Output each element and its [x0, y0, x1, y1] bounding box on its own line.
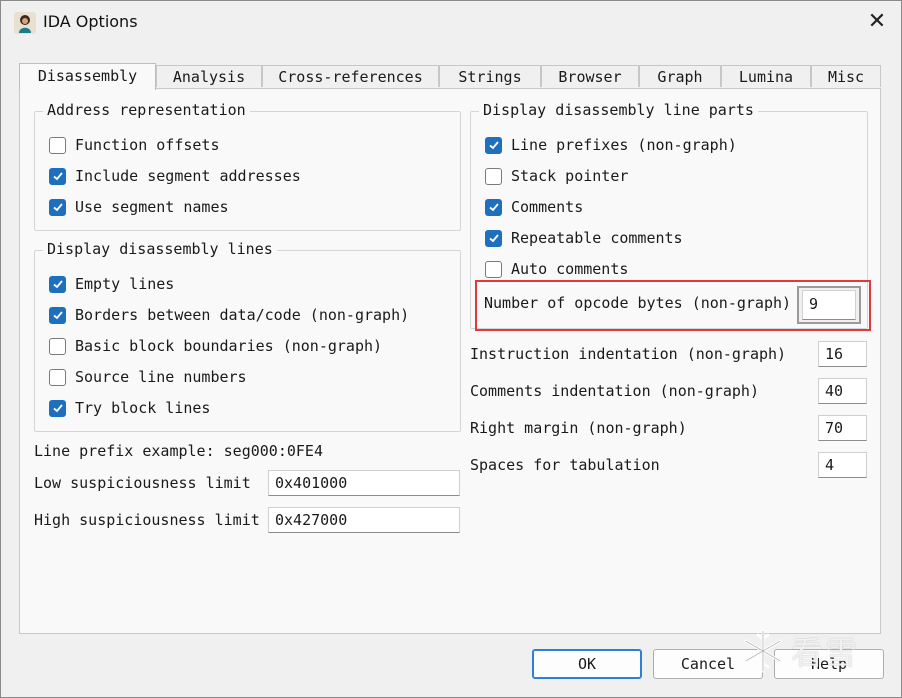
checkbox-label: Comments: [511, 198, 584, 216]
tabulation-label: Spaces for tabulation: [470, 456, 660, 474]
low-suspiciousness-label: Low suspiciousness limit: [34, 474, 251, 492]
high-suspiciousness-label: High suspiciousness limit: [34, 511, 260, 529]
checkbox-box[interactable]: [485, 198, 502, 216]
tab-misc[interactable]: Misc: [811, 65, 881, 87]
snowflake-icon: [744, 629, 782, 673]
checkbox-label: Basic block boundaries (non-graph): [75, 337, 383, 355]
checkbox-box[interactable]: [49, 368, 66, 386]
low-suspiciousness-input[interactable]: 0x401000: [268, 470, 460, 496]
checkbox-label: Try block lines: [75, 399, 211, 417]
opcode-bytes-input[interactable]: 9: [802, 290, 856, 320]
checkbox-label: Function offsets: [75, 136, 220, 154]
checkbox-label: Source line numbers: [75, 368, 247, 386]
kanxue-watermark: 看雪: [739, 623, 889, 679]
line-prefix-example: Line prefix example: seg000:0FE4: [34, 442, 323, 460]
line-prefixes-checkbox[interactable]: Line prefixes (non-graph): [485, 134, 737, 156]
watermark-text: 看雪: [791, 634, 860, 672]
checkbox-box[interactable]: [49, 275, 66, 293]
basic-block-boundaries-checkbox[interactable]: Basic block boundaries (non-graph): [49, 335, 382, 357]
checkmark-icon: [52, 280, 63, 289]
comments-indentation-input[interactable]: 40: [818, 378, 867, 404]
close-button[interactable]: ✕: [853, 1, 901, 45]
include-segment-addresses-checkbox[interactable]: Include segment addresses: [49, 165, 301, 187]
checkbox-label: Repeatable comments: [511, 229, 683, 247]
ida-app-icon: [14, 12, 36, 34]
tab-strip: Disassembly Analysis Cross-references St…: [19, 63, 881, 90]
checkbox-box[interactable]: [485, 167, 502, 185]
tab-strings[interactable]: Strings: [439, 65, 541, 87]
function-offsets-checkbox[interactable]: Function offsets: [49, 134, 220, 156]
group-title: Display disassembly line parts: [479, 101, 758, 119]
checkmark-icon: [52, 203, 63, 212]
tab-browser[interactable]: Browser: [541, 65, 639, 87]
checkbox-label: Use segment names: [75, 198, 229, 216]
high-suspiciousness-input[interactable]: 0x427000: [268, 507, 460, 533]
empty-lines-checkbox[interactable]: Empty lines: [49, 273, 174, 295]
checkbox-box[interactable]: [485, 229, 502, 247]
try-block-lines-checkbox[interactable]: Try block lines: [49, 397, 210, 419]
checkmark-icon: [52, 311, 63, 320]
title-bar: IDA Options ✕: [1, 1, 901, 45]
close-icon: ✕: [867, 9, 887, 34]
ok-button[interactable]: OK: [532, 649, 642, 679]
tab-analysis[interactable]: Analysis: [156, 65, 262, 87]
ida-options-dialog: IDA Options ✕ Disassembly Analysis Cross…: [0, 0, 902, 698]
checkbox-label: Include segment addresses: [75, 167, 301, 185]
checkmark-icon: [488, 203, 499, 212]
checkbox-label: Line prefixes (non-graph): [511, 136, 737, 154]
group-title: Address representation: [43, 101, 250, 119]
stack-pointer-checkbox[interactable]: Stack pointer: [485, 165, 628, 187]
tab-cross-references[interactable]: Cross-references: [262, 65, 439, 87]
right-margin-label: Right margin (non-graph): [470, 419, 687, 437]
instruction-indentation-label: Instruction indentation (non-graph): [470, 345, 787, 363]
auto-comments-checkbox[interactable]: Auto comments: [485, 258, 628, 280]
checkmark-icon: [488, 234, 499, 243]
checkbox-box[interactable]: [49, 198, 66, 216]
tabulation-input[interactable]: 4: [818, 452, 867, 478]
checkbox-label: Borders between data/code (non-graph): [75, 306, 410, 324]
repeatable-comments-checkbox[interactable]: Repeatable comments: [485, 227, 683, 249]
opcode-bytes-label: Number of opcode bytes (non-graph): [484, 294, 792, 312]
comments-indentation-label: Comments indentation (non-graph): [470, 382, 759, 400]
instruction-indentation-input[interactable]: 16: [818, 341, 867, 367]
tab-disassembly[interactable]: Disassembly: [19, 63, 156, 90]
checkbox-box[interactable]: [49, 399, 66, 417]
borders-data-code-checkbox[interactable]: Borders between data/code (non-graph): [49, 304, 409, 326]
checkbox-label: Stack pointer: [511, 167, 629, 185]
checkbox-label: Empty lines: [75, 275, 175, 293]
window-title: IDA Options: [43, 12, 138, 31]
checkbox-box[interactable]: [49, 167, 66, 185]
checkbox-box[interactable]: [485, 260, 502, 278]
checkmark-icon: [52, 172, 63, 181]
checkbox-box[interactable]: [49, 136, 66, 154]
checkbox-box[interactable]: [485, 136, 502, 154]
checkmark-icon: [52, 404, 63, 413]
checkbox-box[interactable]: [49, 306, 66, 324]
use-segment-names-checkbox[interactable]: Use segment names: [49, 196, 229, 218]
comments-checkbox[interactable]: Comments: [485, 196, 583, 218]
checkbox-label: Auto comments: [511, 260, 629, 278]
group-title: Display disassembly lines: [43, 240, 277, 258]
checkmark-icon: [488, 141, 499, 150]
right-margin-input[interactable]: 70: [818, 415, 867, 441]
tab-graph[interactable]: Graph: [639, 65, 721, 87]
tab-lumina[interactable]: Lumina: [721, 65, 811, 87]
source-line-numbers-checkbox[interactable]: Source line numbers: [49, 366, 247, 388]
checkbox-box[interactable]: [49, 337, 66, 355]
